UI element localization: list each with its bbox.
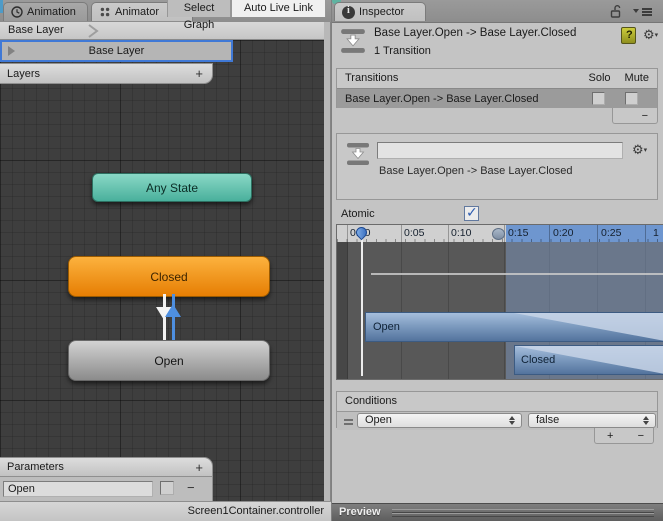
layer-row-label: Base Layer [88, 45, 145, 57]
conditions-list-footer: + − [594, 428, 654, 444]
unity-editor: Animation Animator Base Layer Select Gra… [0, 0, 663, 521]
gear-icon[interactable]: ⚙▾ [643, 28, 658, 42]
remove-condition-button[interactable]: − [638, 430, 644, 442]
condition-parameter-dropdown[interactable]: Open [357, 413, 522, 428]
transition-icon [347, 143, 369, 165]
transition-open-to-closed-selected[interactable] [172, 294, 175, 340]
transition-timeline[interactable]: 0:00 0:05 0:10 0:15 0:20 0:25 1 [336, 224, 663, 380]
arrow-up-icon [165, 304, 181, 317]
auto-live-link-button[interactable]: Auto Live Link [231, 0, 326, 17]
breadcrumb-chevron-icon [88, 24, 99, 38]
timeline-body[interactable]: Open Closed [337, 242, 663, 379]
transition-row-label: Base Layer.Open -> Base Layer.Closed [345, 93, 539, 105]
remove-transition-button[interactable]: − [642, 110, 648, 122]
pane-divider[interactable] [324, 22, 331, 501]
tick-label: 0:15 [508, 227, 529, 239]
timeline-ruler[interactable]: 0:00 0:05 0:10 0:15 0:20 0:25 1 [337, 224, 663, 242]
tick-label: 0:25 [601, 227, 622, 239]
conditions-title: Conditions [345, 395, 397, 407]
updown-arrows-icon [643, 415, 650, 426]
atomic-checkbox[interactable] [464, 204, 479, 221]
parameter-bool-checkbox[interactable] [160, 481, 174, 495]
transitions-list-footer: − [612, 108, 658, 124]
transition-name-field[interactable] [377, 142, 623, 159]
conditions-header: Conditions [337, 392, 657, 411]
tick-label: 0:20 [553, 227, 574, 239]
tab-animation-label: Animation [27, 6, 76, 18]
drag-handle-icon [392, 513, 654, 517]
controller-status-bar: Screen1Container.controller [0, 501, 331, 521]
inspector-pane-menu-icon[interactable] [633, 7, 655, 17]
transitions-header: Transitions Solo Mute [337, 69, 657, 88]
transition-detail-label: Base Layer.Open -> Base Layer.Closed [379, 165, 573, 177]
atomic-label: Atomic [341, 208, 375, 220]
condition-value: false [536, 414, 560, 426]
animator-icon [100, 7, 110, 17]
transitions-title: Transitions [345, 72, 399, 84]
inspector-subtitle: 1 Transition [374, 45, 431, 57]
condition-value-dropdown[interactable]: false [528, 413, 656, 428]
tick-label: 1 [653, 227, 659, 239]
foldout-icon [8, 46, 15, 56]
tick-label: 0:05 [404, 227, 425, 239]
breadcrumb[interactable]: Base Layer [8, 24, 64, 36]
transition-icon [341, 29, 365, 53]
conditions-list: Conditions Open false [336, 391, 658, 430]
layers-panel-header: Layers + [0, 63, 213, 84]
tab-animator-label: Animator [115, 6, 160, 18]
clip-open-label: Open [373, 321, 400, 333]
tab-inspector-label: Inspector [359, 6, 405, 18]
remove-parameter-button[interactable]: − [187, 480, 195, 495]
clip-bar-open[interactable]: Open [365, 312, 663, 342]
mute-checkbox[interactable] [625, 92, 638, 105]
mute-column-label: Mute [624, 72, 649, 84]
tab-inspector[interactable]: Inspector [334, 2, 426, 21]
transitions-list: Transitions Solo Mute Base Layer.Open ->… [336, 68, 658, 108]
preview-bar[interactable]: Preview [332, 503, 663, 521]
clock-icon [11, 6, 23, 18]
inspector-pane: Inspector Base Layer.Open -> Base Layer.… [332, 0, 663, 521]
condition-parameter-value: Open [365, 414, 392, 426]
gear-icon[interactable]: ⚙▾ [632, 143, 647, 157]
add-layer-button[interactable]: + [195, 66, 212, 81]
reorder-handle-icon[interactable] [344, 419, 353, 424]
node-open[interactable]: Open [68, 340, 270, 381]
transition-detail-box: ⚙▾ Base Layer.Open -> Base Layer.Closed [336, 133, 658, 200]
blend-curve-line [371, 273, 663, 275]
parameter-name-field[interactable] [3, 481, 153, 497]
updown-arrows-icon [509, 415, 516, 426]
playhead-line [361, 238, 363, 376]
parameter-row: − [0, 477, 213, 501]
clip-bar-closed[interactable]: Closed [514, 345, 663, 375]
transition-list-row[interactable]: Base Layer.Open -> Base Layer.Closed [337, 88, 657, 108]
node-closed[interactable]: Closed [68, 256, 270, 297]
info-icon [342, 5, 355, 19]
transition-start-marker-icon[interactable] [492, 228, 505, 240]
layer-row-base-layer[interactable]: Base Layer [0, 40, 233, 62]
preview-label: Preview [339, 506, 381, 518]
solo-column-label: Solo [588, 72, 611, 84]
select-graph-button[interactable]: Select Graph [167, 0, 231, 31]
add-condition-button[interactable]: + [607, 430, 613, 442]
lock-icon[interactable] [609, 5, 622, 18]
help-icon[interactable] [621, 27, 636, 44]
inspector-title: Base Layer.Open -> Base Layer.Closed [374, 27, 577, 39]
clip-closed-label: Closed [521, 354, 556, 366]
tab-animation[interactable]: Animation [3, 2, 88, 21]
layers-title: Layers [7, 67, 41, 80]
parameters-title: Parameters [7, 461, 64, 473]
add-parameter-button[interactable]: + [195, 460, 212, 475]
tick-label: 0:10 [451, 227, 472, 239]
solo-checkbox[interactable] [592, 92, 605, 105]
parameters-panel-header: Parameters + [0, 457, 213, 477]
node-any-state[interactable]: Any State [92, 173, 252, 202]
